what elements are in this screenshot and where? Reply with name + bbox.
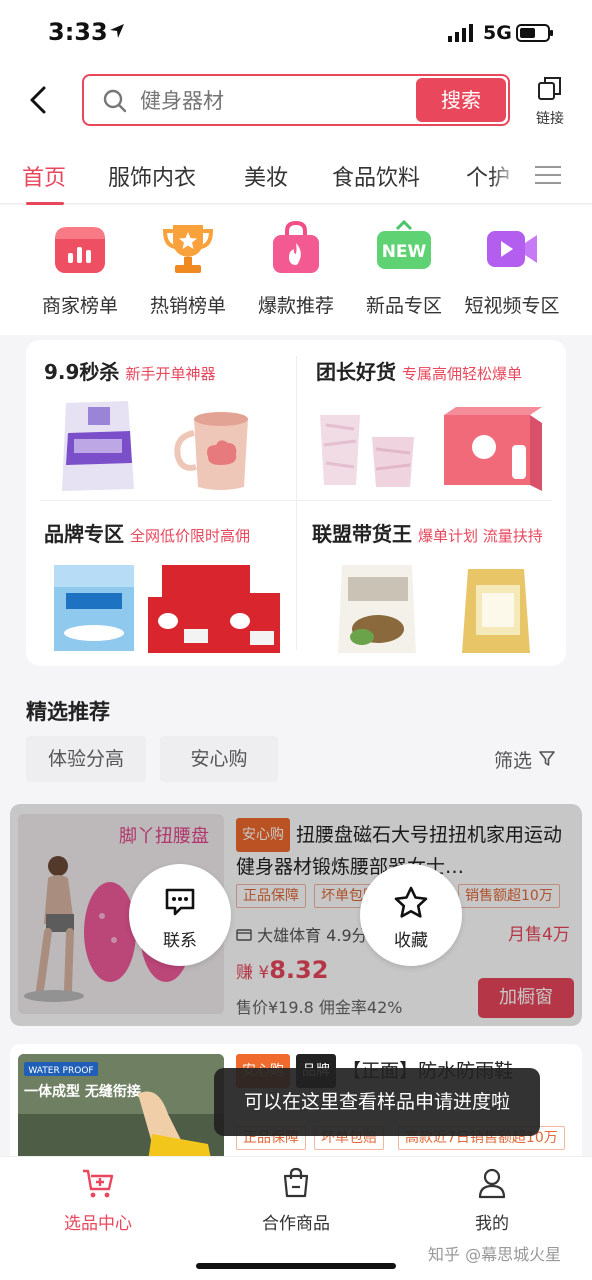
search-box[interactable]: 搜索 (82, 74, 510, 126)
entry-hot-ranking[interactable]: 热销榜单 (132, 219, 244, 318)
funnel-icon (538, 750, 556, 772)
instant-noodles-tea-bag-image (338, 565, 530, 653)
entry-label: 新品专区 (365, 295, 442, 317)
card-action-overlay (10, 804, 582, 1026)
battery-icon (516, 24, 553, 42)
link-button[interactable]: 链接 (526, 74, 574, 130)
filter-label: 筛选 (494, 750, 533, 772)
bag-icon (281, 1167, 311, 1203)
toast-message: 可以在这里查看样品申请进度啦 (214, 1068, 540, 1136)
quick-entry-row: 商家榜单 热销榜单 爆款推荐 NEW 新品专区 短视频专区 (0, 205, 592, 335)
favorite-label: 收藏 (394, 931, 428, 951)
contact-label: 联系 (163, 931, 197, 951)
search-button[interactable]: 搜索 (416, 78, 506, 122)
product-image-caption: 一体成型 无缝衔接 (24, 1083, 141, 1100)
promo-brand-zone[interactable]: 品牌专区 全网低价限时高佣 (44, 518, 294, 660)
nav-label: 合作商品 (262, 1214, 330, 1234)
search-input[interactable] (140, 86, 410, 116)
network-type: 5G (483, 22, 512, 44)
chat-bubble-icon (129, 886, 231, 922)
nav-product-center[interactable]: 选品中心 (38, 1167, 158, 1234)
promo-subtitle: 爆单计划 流量扶持 (418, 527, 543, 545)
promo-title: 品牌专区 (44, 522, 124, 546)
promo-subtitle: 专属高佣轻松爆单 (402, 365, 523, 383)
copy-link-icon (536, 77, 564, 106)
promo-title-row: 9.9秒杀 新手开单神器 (44, 356, 294, 385)
screen: 3:33 5G 搜索 链接 (0, 0, 592, 1280)
nav-label: 我的 (475, 1214, 509, 1234)
filter-button[interactable]: 筛选 (494, 746, 556, 773)
location-arrow-icon (108, 22, 126, 44)
tab-apparel[interactable]: 服饰内衣 (108, 160, 196, 192)
nav-label: 选品中心 (64, 1214, 132, 1234)
more-categories-menu-icon[interactable] (526, 160, 570, 190)
promo-title-row: 品牌专区 全网低价限时高佣 (44, 518, 294, 547)
trophy-icon (159, 219, 217, 277)
bottom-nav: 选品中心 合作商品 我的 知乎 @幕思城火星 (0, 1156, 592, 1280)
promo-subtitle: 新手开单神器 (125, 365, 216, 383)
image-tag: WATER PROOF (28, 1066, 93, 1076)
entry-merchant-ranking[interactable]: 商家榜单 (24, 219, 136, 318)
user-icon (477, 1168, 507, 1203)
entry-label: 热销榜单 (149, 295, 226, 317)
promo-title: 联盟带货王 (312, 522, 412, 546)
promo-alliance-king[interactable]: 联盟带货王 爆单计划 流量扶持 (312, 518, 556, 660)
category-tabs: 首页 服饰内衣 美妆 食品饮料 个护 (0, 136, 592, 205)
shopping-bag-fire-icon (267, 219, 325, 277)
promo-flash-sale[interactable]: 9.9秒杀 新手开单神器 (44, 356, 294, 498)
watermark-text: 知乎 @幕思城火星 (428, 1245, 562, 1264)
cellular-signal-icon (448, 24, 476, 46)
entry-label: 爆款推荐 (257, 295, 334, 317)
star-icon (360, 886, 462, 922)
laundry-detergent-mug-image (62, 401, 248, 491)
divider (296, 356, 297, 650)
divider (40, 500, 552, 501)
favorite-button[interactable]: 收藏 (360, 864, 462, 966)
status-time: 3:33 (48, 18, 108, 46)
glass-cups-gift-box-image (320, 407, 542, 491)
promo-grid: 9.9秒杀新手开单神器 团长好货专属高佣轻松爆单 品牌专区全网低价限时高佣 (26, 340, 566, 666)
cart-plus-icon (81, 1169, 115, 1203)
link-label: 链接 (536, 111, 564, 127)
shop-chart-icon (51, 219, 109, 277)
promo-subtitle: 全网低价限时高佣 (130, 527, 251, 545)
product-card[interactable]: 脚丫扭腰盘 安心购 扭腰盘磁石大号扭扭机家用运动健身器材锻炼腰部器女士… 正品保… (10, 804, 582, 1026)
nav-mine[interactable]: 我的 (432, 1167, 552, 1234)
home-indicator (196, 1263, 396, 1269)
tab-food[interactable]: 食品饮料 (332, 160, 420, 192)
header: 搜索 链接 (0, 66, 592, 136)
contact-button[interactable]: 联系 (129, 864, 231, 966)
svg-text:NEW: NEW (382, 242, 427, 262)
filter-chip-safe-buy[interactable]: 安心购 (160, 736, 278, 782)
promo-leader-goods[interactable]: 团长好货 专属高佣轻松爆单 (316, 356, 556, 498)
section-title: 精选推荐 (26, 700, 110, 724)
promo-title-row: 联盟带货王 爆单计划 流量扶持 (312, 518, 556, 547)
nav-cooperation-products[interactable]: 合作商品 (236, 1167, 356, 1234)
tabs-fade (490, 136, 522, 203)
tab-beauty[interactable]: 美妆 (244, 160, 288, 192)
entry-label: 商家榜单 (41, 295, 118, 317)
filter-chip-high-score[interactable]: 体验分高 (26, 736, 146, 782)
tab-home[interactable]: 首页 (22, 160, 66, 192)
entry-label: 短视频专区 (464, 295, 560, 317)
entry-short-video[interactable]: 短视频专区 (456, 219, 568, 318)
chevron-left-icon[interactable] (22, 82, 58, 118)
sanitary-pads-laundry-pods-image (54, 565, 280, 653)
promo-title: 9.9秒杀 (44, 360, 120, 384)
search-icon (102, 88, 128, 118)
video-camera-icon (483, 219, 541, 277)
entry-hot-recommend[interactable]: 爆款推荐 (240, 219, 352, 318)
promo-title: 团长好货 (316, 360, 396, 384)
status-bar: 3:33 5G (0, 0, 592, 66)
promo-title-row: 团长好货 专属高佣轻松爆单 (316, 356, 556, 385)
entry-new-products[interactable]: NEW 新品专区 (348, 219, 460, 318)
new-badge-icon: NEW (375, 219, 433, 277)
